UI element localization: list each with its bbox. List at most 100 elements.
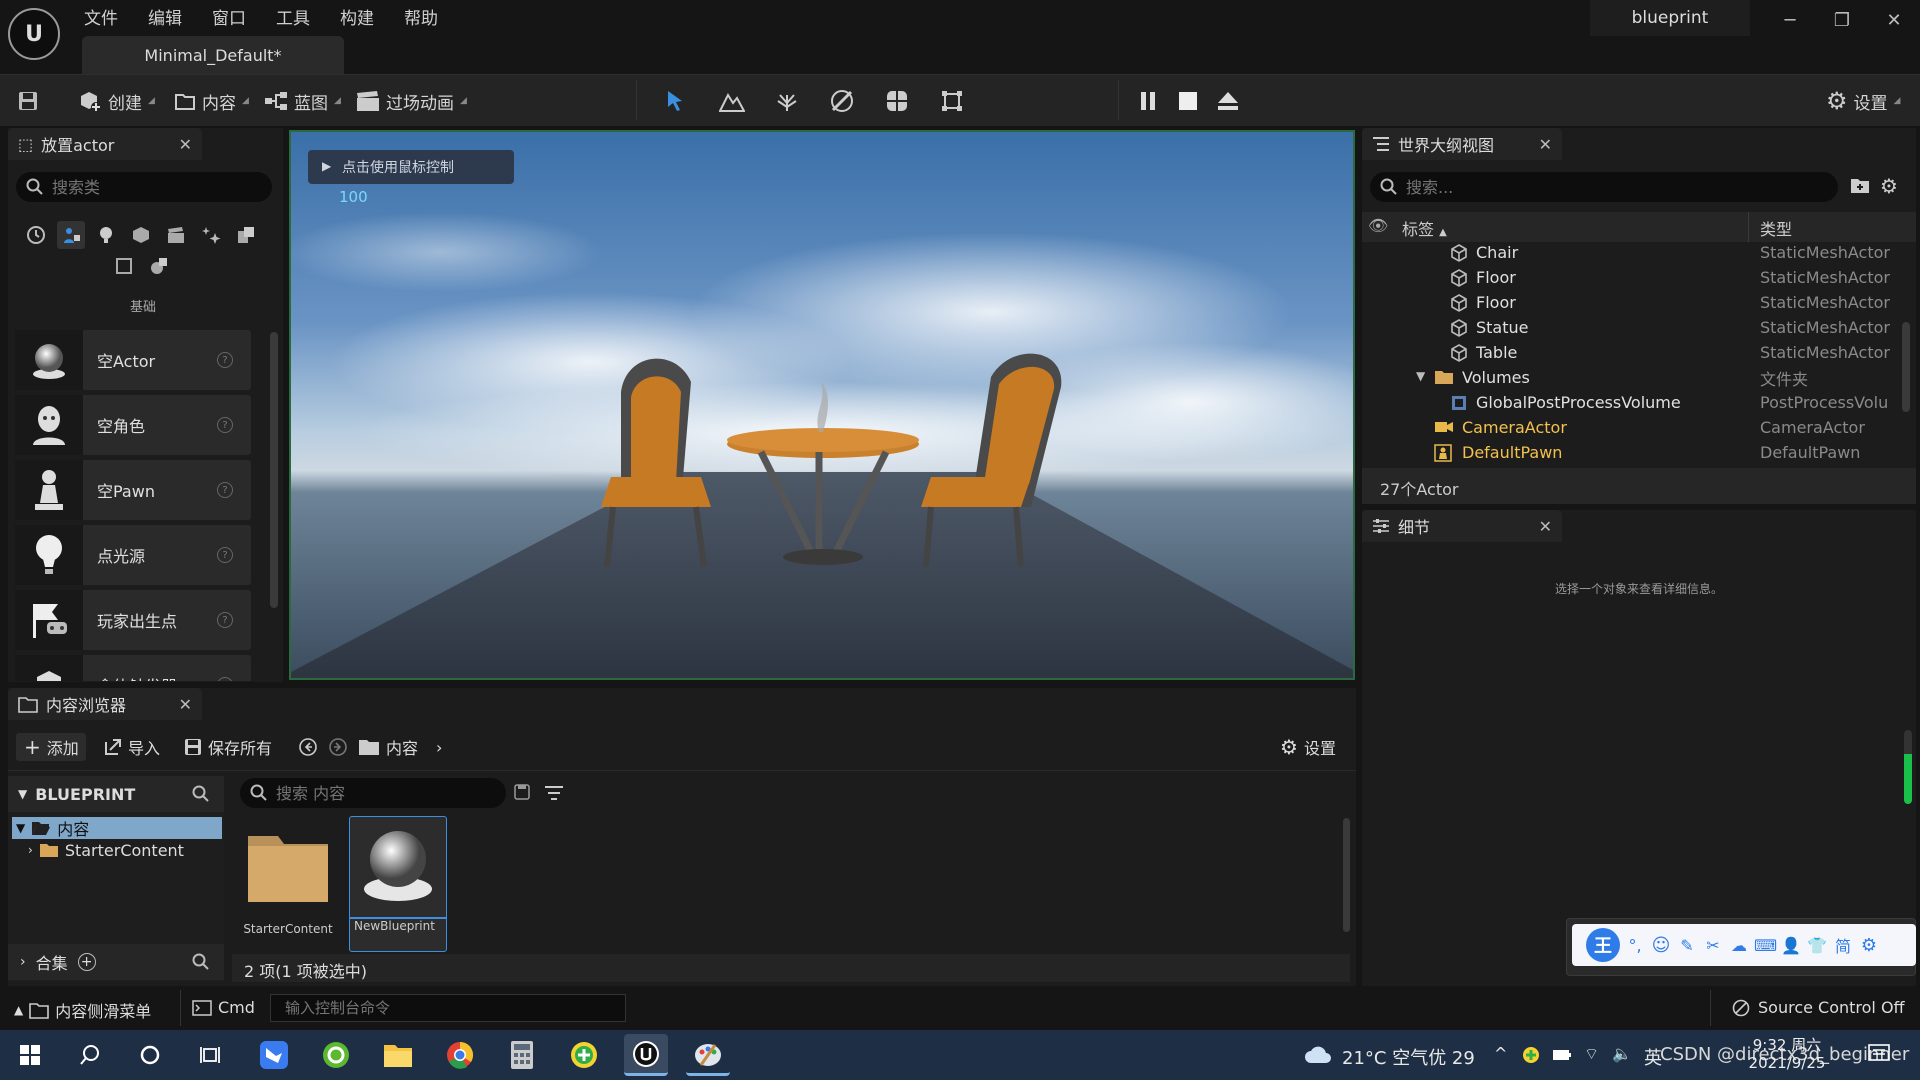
search-icon[interactable] (68, 1034, 112, 1076)
modeling-mode-icon[interactable] (936, 86, 968, 116)
actor-item-box-trigger[interactable]: 盒体触发器 ? (15, 655, 251, 681)
outliner-row[interactable]: Statue StaticMeshActor (1366, 315, 1916, 340)
foliage-mode-icon[interactable] (771, 86, 803, 116)
paint-app-icon[interactable] (686, 1034, 730, 1076)
scrollbar-thumb[interactable] (1904, 754, 1912, 804)
landscape-mode-icon[interactable] (716, 86, 748, 116)
geometry-icon[interactable] (232, 221, 260, 249)
notification-icon[interactable] (1868, 1044, 1890, 1064)
cinematics-button[interactable]: 过场动画 ◢ (356, 86, 467, 116)
ime-skin-icon[interactable]: 👕 (1806, 936, 1828, 955)
chevron-up-icon[interactable]: ^ (1494, 1044, 1507, 1063)
outliner-row[interactable]: GlobalPostProcessVolume PostProcessVolu (1366, 390, 1916, 415)
mesh-paint-mode-icon[interactable] (826, 86, 858, 116)
select-mode-icon[interactable] (660, 86, 692, 116)
outliner-row[interactable]: Floor StaticMeshActor (1366, 290, 1916, 315)
calculator-icon[interactable] (500, 1034, 544, 1076)
search-icon[interactable] (192, 785, 210, 803)
ime-toolbar[interactable]: 王 °, ☺ ✎ ✂ ☁ ⌨ 👤 👕 简 ⚙ (1572, 924, 1916, 966)
ime-settings-gear-icon[interactable]: ⚙ (1858, 935, 1880, 956)
ime-keyboard-icon[interactable]: ⌨ (1754, 936, 1777, 955)
ime-user-icon[interactable]: 👤 (1780, 936, 1802, 955)
actor-item-player-start[interactable]: 玩家出生点 ? (15, 590, 251, 650)
clock-date[interactable]: 2021/9/25 (1742, 1054, 1832, 1072)
asset-tile-new-blueprint[interactable]: NewBlueprint (349, 816, 447, 952)
restore-icon[interactable]: ❐ (1822, 6, 1862, 34)
menu-build[interactable]: 构建 (340, 4, 374, 29)
outliner-row[interactable]: Floor StaticMeshActor (1366, 265, 1916, 290)
eject-icon[interactable] (1212, 86, 1244, 116)
feishu-app-icon[interactable] (252, 1034, 296, 1076)
unreal-engine-taskbar-icon[interactable] (624, 1034, 668, 1076)
help-icon[interactable]: ? (217, 612, 233, 628)
chevron-right-icon[interactable]: › (436, 738, 442, 757)
cmd-dropdown[interactable]: Cmd (192, 998, 255, 1017)
minimize-icon[interactable]: ─ (1770, 6, 1810, 34)
volumes-icon[interactable] (110, 252, 138, 280)
wifi-icon[interactable]: ⌔ (1584, 1044, 1599, 1064)
actors-scrollbar[interactable] (270, 332, 278, 608)
filter-icon[interactable] (544, 784, 566, 802)
close-icon[interactable]: ✕ (1539, 517, 1552, 536)
world-outliner-tab[interactable]: 世界大纲视图 ✕ (1362, 128, 1562, 160)
import-button[interactable]: 导入 (104, 733, 160, 761)
outliner-search-box[interactable] (1370, 172, 1838, 202)
add-folder-icon[interactable] (1850, 176, 1870, 194)
chevron-down-icon[interactable]: ▼ (1416, 369, 1425, 383)
ime-simplified-icon[interactable]: 简 (1832, 933, 1854, 957)
content-settings-button[interactable]: ⚙ 设置 (1280, 733, 1336, 761)
save-all-button[interactable]: 保存所有 (184, 733, 272, 761)
basic-actors-icon[interactable] (57, 221, 85, 249)
visibility-eye-icon[interactable]: 👁 (1368, 216, 1388, 235)
actor-item-empty-pawn[interactable]: 空Pawn ? (15, 460, 251, 520)
content-browser-tab[interactable]: 内容浏览器 ✕ (8, 688, 202, 720)
actor-item-empty-actor[interactable]: 空Actor ? (15, 330, 251, 390)
game-plus-app-icon[interactable] (562, 1034, 606, 1076)
forward-icon[interactable] (328, 733, 348, 761)
visual-effects-icon[interactable] (197, 221, 225, 249)
outliner-row[interactable]: Table StaticMeshActor (1366, 340, 1916, 365)
cortana-icon[interactable] (128, 1034, 172, 1076)
tree-item-starter-content[interactable]: › StarterContent (28, 839, 184, 861)
actor-item-point-light[interactable]: 点光源 ? (15, 525, 251, 585)
weather-text[interactable]: 21°C 空气优 29 (1342, 1044, 1475, 1070)
outliner-row[interactable]: Chair StaticMeshActor (1366, 240, 1916, 265)
asset-tile-starter-content[interactable]: StarterContent (243, 818, 333, 942)
file-explorer-icon[interactable] (376, 1034, 420, 1076)
actor-item-empty-character[interactable]: 空角色 ? (15, 395, 251, 455)
outliner-scrollbar[interactable] (1902, 322, 1910, 412)
menu-window[interactable]: 窗口 (212, 4, 246, 29)
close-icon[interactable]: ✕ (179, 135, 192, 154)
ime-emoji-icon[interactable]: ☺ (1650, 935, 1672, 956)
settings-button[interactable]: ⚙ 设置 ◢ (1826, 86, 1900, 116)
source-control-button[interactable]: Source Control Off (1732, 998, 1905, 1017)
task-view-icon[interactable] (188, 1034, 232, 1076)
battery-icon[interactable] (1552, 1049, 1572, 1061)
content-button[interactable]: 内容 ◢ (174, 86, 249, 116)
path-breadcrumb[interactable]: 内容 › (358, 733, 442, 761)
save-search-icon[interactable] (514, 784, 530, 800)
outliner-row[interactable]: CameraActor CameraActor (1366, 415, 1916, 440)
volume-icon[interactable]: 🔈 (1612, 1044, 1632, 1063)
unreal-logo-icon[interactable]: U (8, 8, 60, 60)
sources-header[interactable]: ▼ BLUEPRINT (8, 776, 224, 812)
close-icon[interactable]: ✕ (1539, 135, 1552, 154)
mouse-control-hint[interactable]: ▶ 点击使用鼠标控制 (308, 150, 514, 184)
tray-plus-icon[interactable] (1522, 1046, 1540, 1064)
help-icon[interactable]: ? (217, 352, 233, 368)
help-icon[interactable]: ? (217, 482, 233, 498)
menu-tools[interactable]: 工具 (276, 4, 310, 29)
add-button[interactable]: + 添加 (16, 733, 86, 761)
create-button[interactable]: 创建 ◢ (78, 86, 155, 116)
search-icon[interactable] (192, 953, 210, 971)
recent-icon[interactable] (22, 221, 50, 249)
cinematic-icon[interactable] (162, 221, 190, 249)
column-type-header[interactable]: 类型 (1760, 216, 1792, 240)
clock-time[interactable]: 9:32 周六 (1742, 1034, 1832, 1055)
all-classes-icon[interactable] (145, 252, 173, 280)
close-icon[interactable]: ✕ (179, 695, 192, 714)
pause-icon[interactable] (1132, 86, 1164, 116)
tree-item-content[interactable]: ▼ 内容 (12, 817, 222, 839)
help-icon[interactable]: ? (217, 547, 233, 563)
outliner-search-input[interactable] (1406, 177, 1773, 197)
